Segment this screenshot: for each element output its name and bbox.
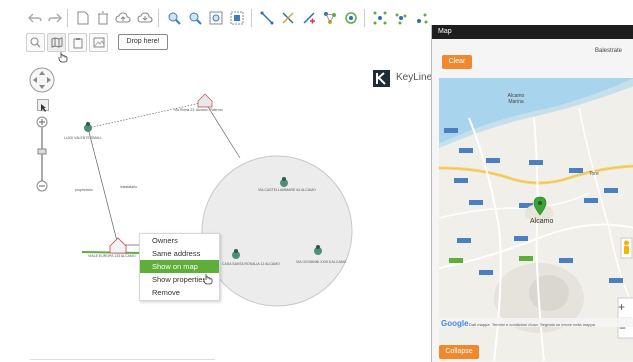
node-label: VIA CASTELLAMMARE 64 ALCAMO: [258, 188, 316, 192]
node-label: LUIGI VALENTE SMALL: [64, 136, 103, 140]
node-label: CASA SANTA ROSALIA 12 ALCAMO: [222, 262, 280, 266]
map-place-label: Balestrate: [595, 48, 623, 54]
graph-edge: [87, 127, 119, 246]
map-panel: Map Clear Balestrate Alcamo Marina Alcam…: [431, 25, 633, 362]
keyline-logo-mark: [373, 70, 390, 87]
node-label: VIA GIOVANNI XXIII 8 ALCAMO: [296, 260, 347, 264]
map-zoom-in-button[interactable]: +: [618, 300, 625, 314]
map-place-label: Alcamo Marina: [507, 93, 525, 105]
map-terms-link[interactable]: Termini e condizioni d'uso: [492, 322, 538, 327]
edge-label: proprietario: [75, 188, 93, 192]
node-label: VIALE EUROPA 133 ALCAMO: [88, 254, 136, 258]
hand-cursor-icon: [203, 272, 213, 290]
combo-circle: [201, 155, 353, 307]
graph-canvas[interactable]: [0, 0, 430, 362]
graph-edge: [87, 101, 206, 129]
map-place-label: Tore: [589, 171, 599, 177]
node-label: Via Roma 23, Alcamo, Palermo: [174, 108, 223, 112]
house-node: [197, 93, 213, 108]
map-report-link[interactable]: Segnala un errore nella mappa: [540, 322, 595, 327]
map-place-label: Alcamo: [530, 218, 554, 225]
map-panel-title: Map: [432, 25, 633, 39]
menu-item-same-address[interactable]: Same address: [140, 247, 219, 260]
house-node-selected: [109, 237, 127, 254]
google-logo: Google: [441, 319, 469, 328]
collapse-button[interactable]: Collapse: [439, 345, 479, 359]
clear-button[interactable]: Clear: [442, 55, 472, 69]
keyline-logo-text: KeyLine: [396, 72, 433, 83]
person-node: [84, 122, 92, 132]
map-zoom-out-button[interactable]: −: [619, 321, 626, 335]
map-data-link[interactable]: Dati mappa: [469, 322, 489, 327]
menu-item-owners[interactable]: Owners: [140, 234, 219, 247]
edge-label: intestatario: [120, 185, 138, 189]
scrollbar-track: [30, 359, 215, 360]
context-menu: Owners Same address Show on map Show pro…: [139, 233, 220, 301]
